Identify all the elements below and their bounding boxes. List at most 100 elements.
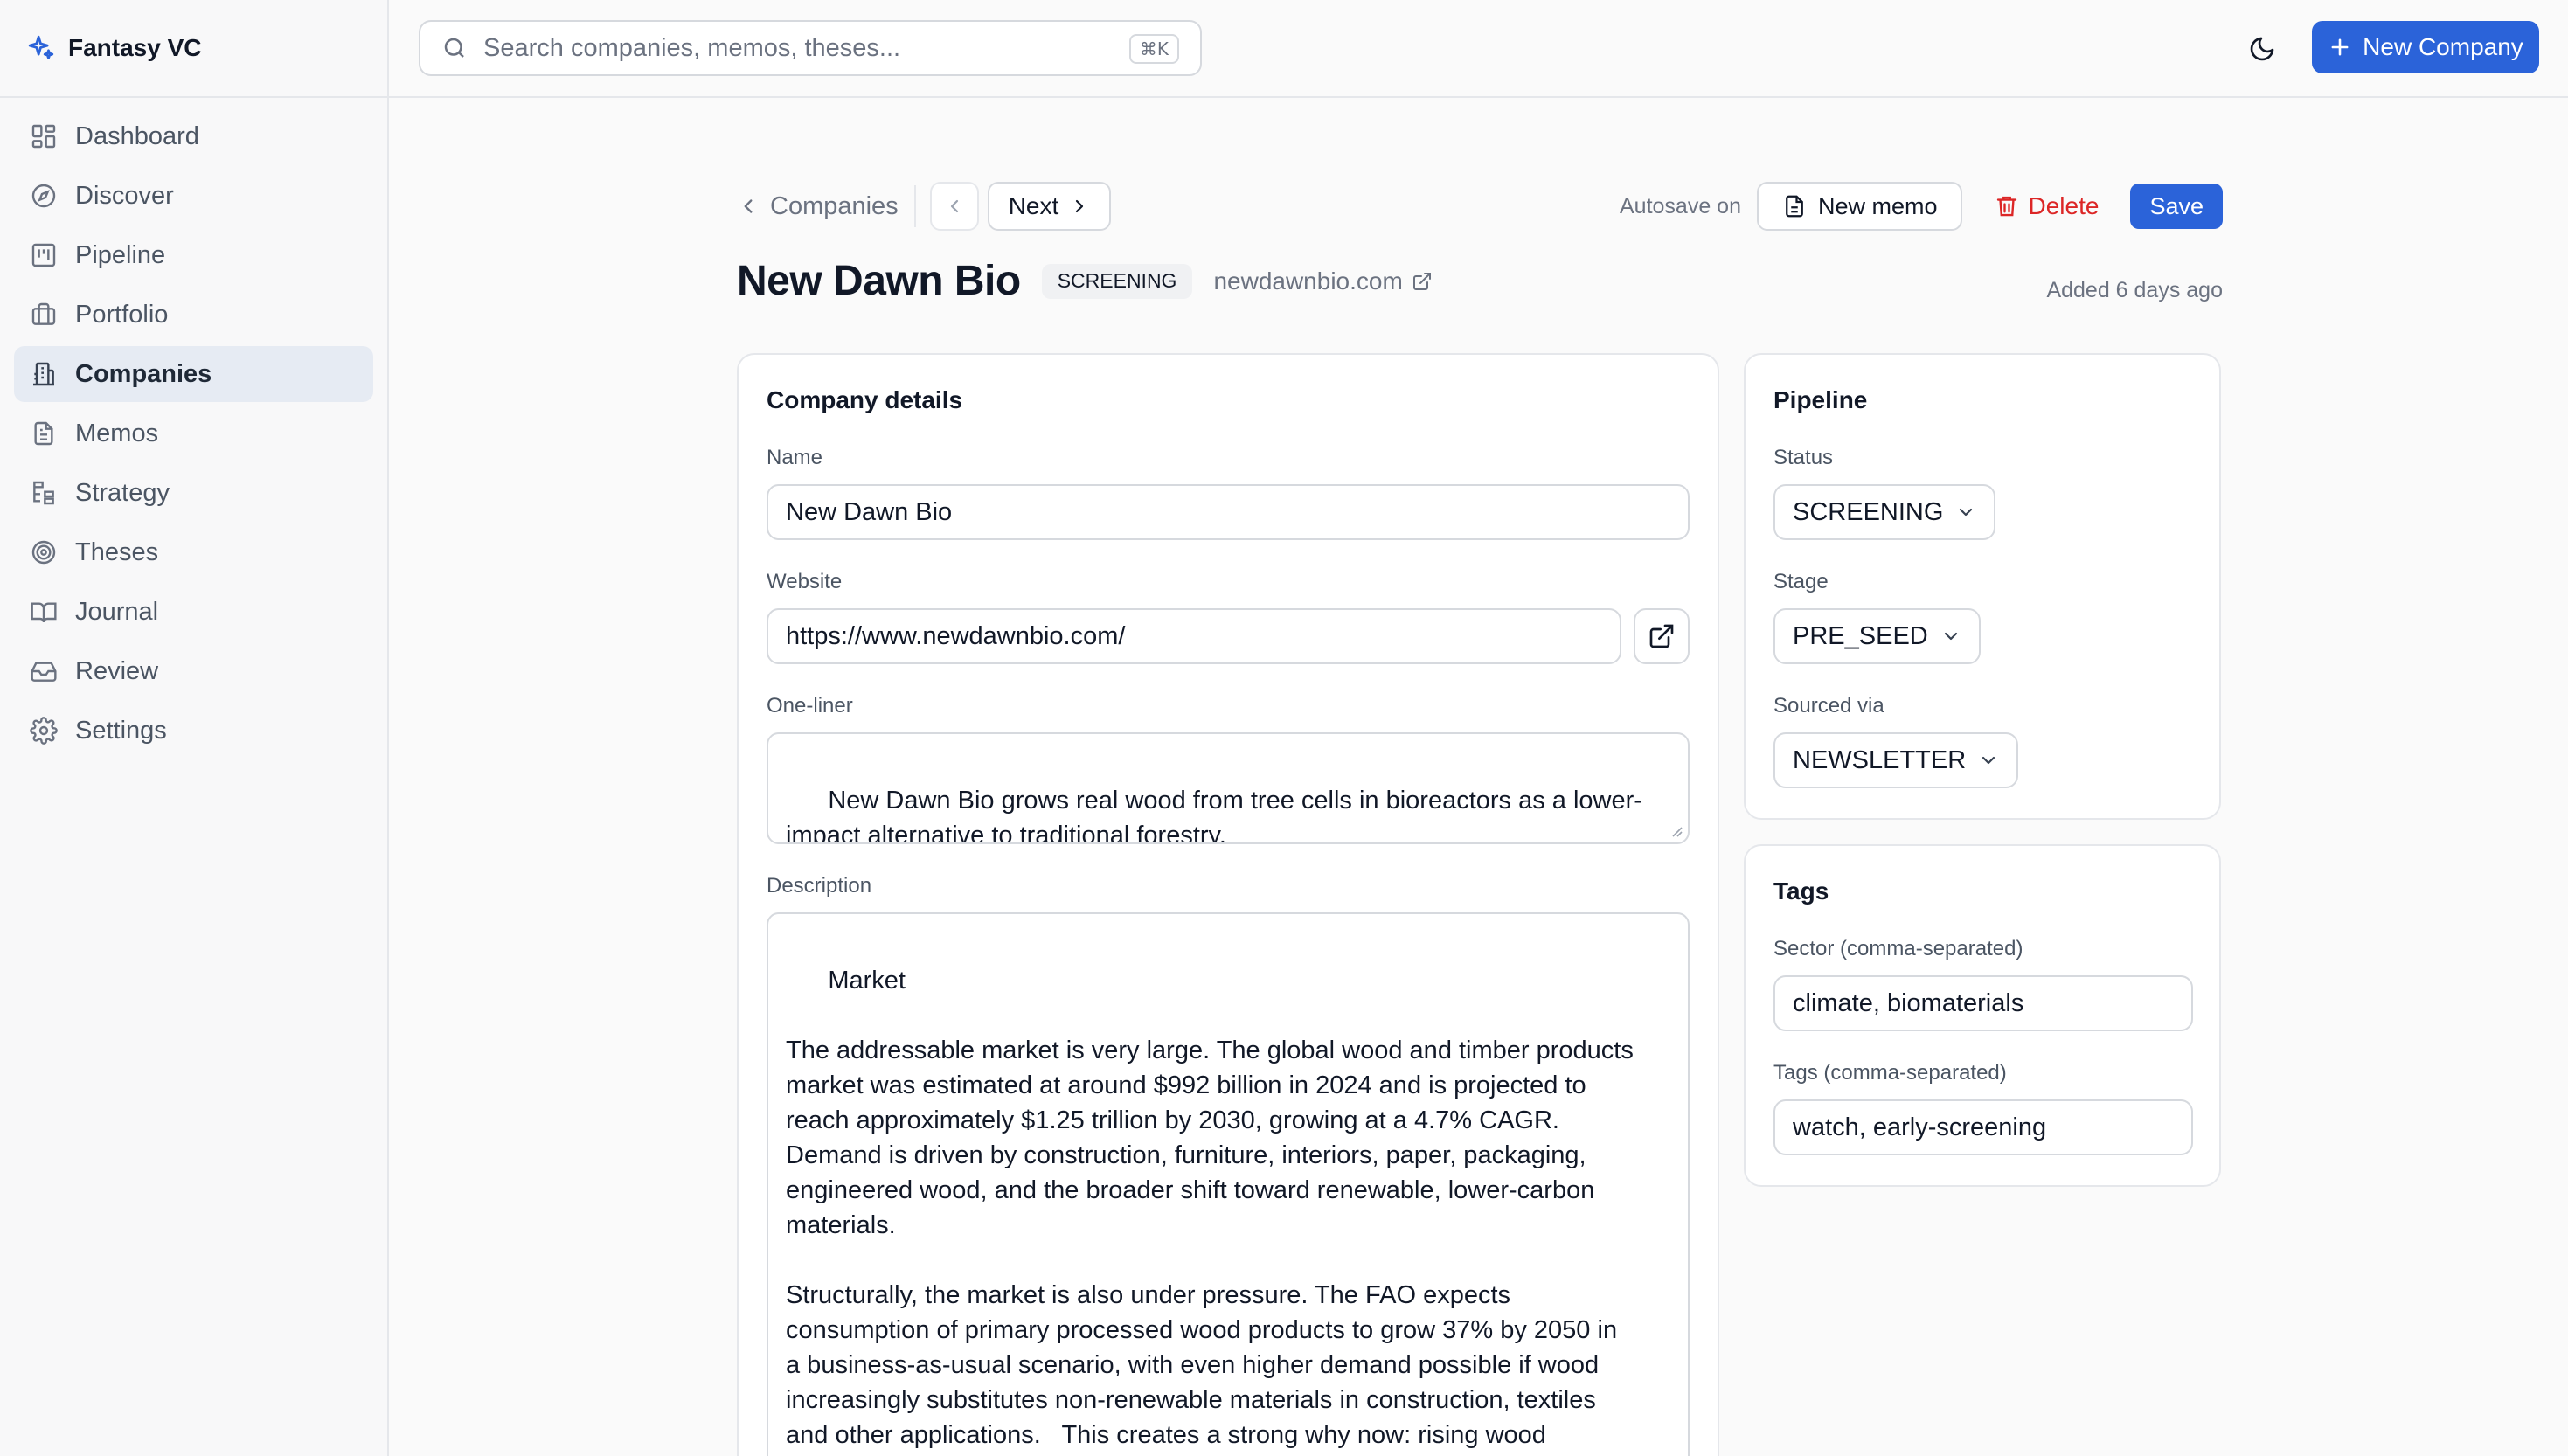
briefcase-icon: [31, 302, 56, 325]
target-icon: [31, 540, 56, 565]
search-shortcut-badge: ⌘K: [1128, 34, 1179, 64]
next-company-button[interactable]: Next: [987, 182, 1112, 231]
added-timestamp: Added 6 days ago: [2046, 278, 2223, 302]
sidebar-item-label: Portfolio: [75, 300, 169, 329]
strategy-icon: [33, 481, 54, 505]
back-link-label: Companies: [770, 191, 899, 220]
breadcrumb-divider: [913, 185, 916, 227]
sidebar-item-label: Journal: [75, 597, 159, 626]
sidebar-item-label: Theses: [75, 537, 159, 566]
book-icon: [31, 602, 57, 623]
plus-icon: [2331, 38, 2349, 56]
sidebar-item-label: Pipeline: [75, 240, 166, 269]
sidebar-item-review[interactable]: Review: [14, 643, 373, 699]
status-badge: SCREENING: [1041, 263, 1193, 299]
dashboard-icon: [31, 124, 56, 149]
sidebar-item-strategy[interactable]: Strategy: [14, 465, 373, 521]
save-button[interactable]: Save: [2130, 184, 2223, 229]
delete-button[interactable]: Delete: [1978, 182, 2115, 231]
sidebar-item-discover[interactable]: Discover: [14, 168, 373, 224]
new-memo-label: New memo: [1817, 192, 1938, 219]
sidebar-item-label: Memos: [75, 419, 159, 447]
stage-select-value: PRE_SEED: [1793, 621, 1928, 650]
open-website-button[interactable]: [1634, 608, 1690, 664]
main-content: Companies Next Autosave on New memo Dele…: [389, 98, 2568, 1456]
search-placeholder: Search companies, memos, theses...: [483, 33, 901, 62]
inbox-icon: [31, 662, 57, 682]
status-label: Status: [1773, 446, 1834, 469]
sidebar-item-label: Dashboard: [75, 121, 199, 150]
sourced-via-select-value: NEWSLETTER: [1793, 745, 1967, 774]
tags-card: Tags Sector (comma-separated) climate, b…: [1744, 844, 2221, 1187]
company-details-card: Company details Name New Dawn Bio Websit…: [737, 353, 1719, 1456]
sidebar-item-dashboard[interactable]: Dashboard: [14, 108, 373, 164]
description-label: Description: [767, 874, 872, 898]
kanban-icon: [31, 243, 56, 267]
sidebar-item-theses[interactable]: Theses: [14, 524, 373, 580]
moon-icon: [2250, 37, 2274, 61]
document-icon: [1786, 195, 1803, 218]
external-link-icon: [1649, 624, 1674, 648]
previous-company-button[interactable]: [929, 182, 979, 231]
tags-heading: Tags: [1773, 877, 1829, 905]
search-icon: [444, 38, 464, 58]
sidebar-item-journal[interactable]: Journal: [14, 584, 373, 640]
page-actions: Autosave on New memo Delete Save: [1620, 182, 2223, 231]
website-input[interactable]: https://www.newdawnbio.com/: [767, 608, 1621, 664]
website-link-label: newdawnbio.com: [1213, 267, 1403, 295]
status-select[interactable]: SCREENING: [1773, 484, 1996, 540]
company-website-link[interactable]: newdawnbio.com: [1213, 267, 1432, 295]
sidebar-item-companies[interactable]: Companies: [14, 346, 373, 402]
chevron-down-icon: [1944, 632, 1957, 641]
sourced-via-label: Sourced via: [1773, 694, 1884, 718]
search-input[interactable]: Search companies, memos, theses... ⌘K: [419, 20, 1202, 76]
app-name: Fantasy VC: [68, 34, 202, 61]
resize-handle-icon[interactable]: [1669, 823, 1683, 837]
theme-toggle-button[interactable]: [2241, 28, 2283, 70]
gear-icon: [30, 717, 58, 745]
breadcrumb: Companies Next: [737, 182, 1112, 231]
sidebar-item-label: Companies: [75, 359, 212, 388]
autosave-status: Autosave on: [1619, 193, 1741, 218]
page-title: New Dawn Bio: [737, 258, 1021, 304]
sparkle-logo-icon: [26, 33, 56, 63]
pipeline-heading: Pipeline: [1773, 386, 1868, 413]
sidebar-item-memos[interactable]: Memos: [14, 406, 373, 461]
oneliner-textarea[interactable]: New Dawn Bio grows real wood from tree c…: [767, 732, 1690, 844]
description-text: Market The addressable market is very la…: [786, 967, 1634, 1449]
back-to-companies-link[interactable]: Companies: [737, 192, 899, 221]
topbar: Search companies, memos, theses... ⌘K Ne…: [389, 0, 2568, 98]
tags-label: Tags (comma-separated): [1773, 1061, 2007, 1085]
chevron-down-icon: [1960, 508, 1973, 517]
sidebar-item-settings[interactable]: Settings: [14, 703, 373, 759]
name-input[interactable]: New Dawn Bio: [767, 484, 1690, 540]
website-label: Website: [767, 570, 843, 593]
description-textarea[interactable]: Market The addressable market is very la…: [767, 912, 1690, 1456]
new-memo-button[interactable]: New memo: [1756, 182, 1962, 231]
sector-label: Sector (comma-separated): [1773, 937, 2023, 960]
pipeline-card: Pipeline Status SCREENING Stage PRE_SEED…: [1744, 353, 2221, 820]
name-label: Name: [767, 446, 823, 469]
tags-input[interactable]: watch, early-screening: [1773, 1099, 2193, 1155]
sidebar-item-label: Review: [75, 656, 159, 685]
sector-input[interactable]: climate, biomaterials: [1773, 975, 2193, 1031]
oneliner-text: New Dawn Bio grows real wood from tree c…: [786, 787, 1642, 844]
stage-select[interactable]: PRE_SEED: [1773, 608, 1981, 664]
sidebar-item-portfolio[interactable]: Portfolio: [14, 287, 373, 343]
stage-label: Stage: [1773, 570, 1829, 593]
new-company-button[interactable]: New Company: [2312, 21, 2539, 73]
chevron-right-icon: [1076, 199, 1084, 213]
building-icon: [33, 362, 54, 386]
brand[interactable]: Fantasy VC: [0, 0, 387, 98]
sourced-via-select[interactable]: NEWSLETTER: [1773, 732, 2019, 788]
chevron-left-icon: [744, 199, 753, 213]
sidebar: Fantasy VC Dashboard Discover Pipeline P…: [0, 0, 389, 1456]
sidebar-item-pipeline[interactable]: Pipeline: [14, 227, 373, 283]
chevron-down-icon: [1982, 756, 1995, 765]
oneliner-label: One-liner: [767, 694, 853, 718]
company-header: New Dawn Bio SCREENING newdawnbio.com: [737, 257, 1433, 305]
document-icon: [34, 421, 53, 446]
sidebar-item-label: Settings: [75, 716, 167, 745]
company-details-heading: Company details: [767, 386, 963, 413]
sidebar-item-label: Discover: [75, 181, 174, 210]
